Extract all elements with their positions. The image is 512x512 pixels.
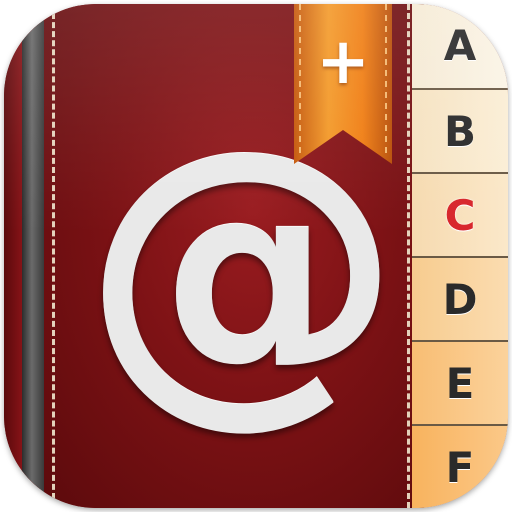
tab-letter-c[interactable]: C — [412, 172, 508, 256]
tab-letter-a[interactable]: A — [412, 4, 508, 88]
left-stitching — [52, 4, 55, 508]
alphabet-index-tabs: A B C D E F — [412, 4, 508, 508]
tab-letter-b[interactable]: B — [412, 88, 508, 172]
plus-icon: + — [316, 25, 370, 99]
app-icon-canvas: @ + A B C D E F — [0, 0, 512, 512]
right-stitching — [407, 4, 410, 508]
tab-letter-f[interactable]: F — [412, 424, 508, 508]
tab-letter-d[interactable]: D — [412, 256, 508, 340]
tab-letter-e[interactable]: E — [412, 340, 508, 424]
add-bookmark-ribbon[interactable]: + — [294, 4, 392, 164]
spine-band — [22, 4, 44, 508]
address-book-app-icon[interactable]: @ + A B C D E F — [4, 4, 508, 508]
